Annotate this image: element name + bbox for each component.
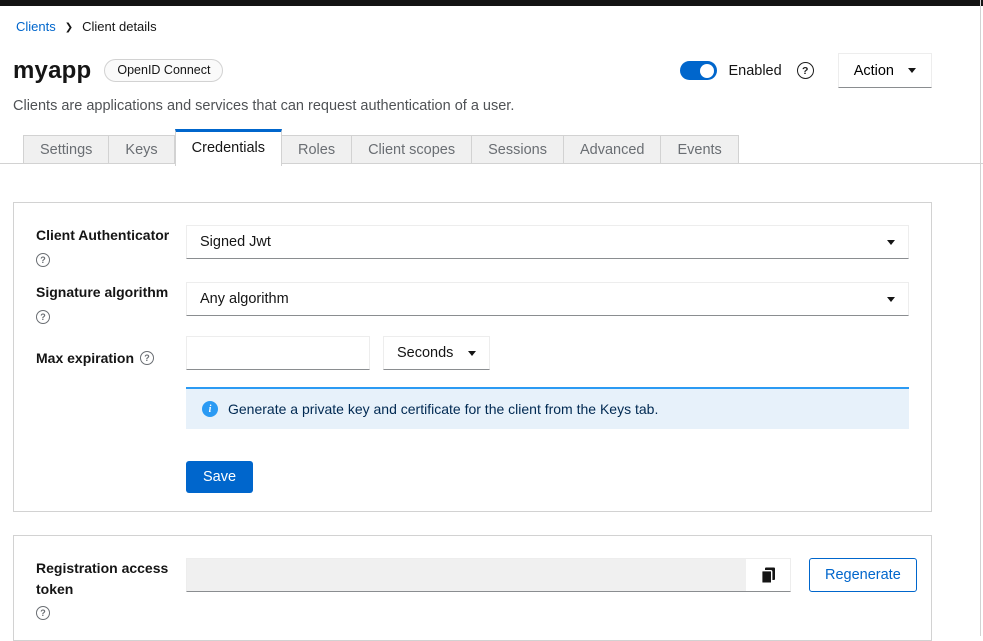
title-group: myapp OpenID Connect [13,57,223,85]
token-input-group [186,558,791,592]
signature-algorithm-label-cell: Signature algorithm ? [36,282,186,324]
signature-algorithm-value: Any algorithm [200,291,289,307]
breadcrumb-current: Client details [82,19,156,34]
registration-token-controls: Regenerate [186,558,917,592]
enabled-label: Enabled [728,63,781,79]
client-authenticator-value: Signed Jwt [200,234,271,250]
signature-algorithm-help-icon[interactable]: ? [36,310,50,324]
regenerate-button[interactable]: Regenerate [809,558,917,592]
registration-token-help-icon[interactable]: ? [36,606,50,620]
registration-token-label-cell: Registration access token ? [36,558,176,620]
info-alert-text: Generate a private key and certificate f… [228,401,658,417]
max-expiration-row: Max expiration ? Seconds [36,336,909,370]
signature-algorithm-row: Signature algorithm ? Any algorithm [36,282,909,324]
registration-token-label: Registration access token [36,558,176,600]
masthead-bottom-edge [0,0,983,6]
max-expiration-label: Max expiration [36,348,134,368]
chevron-down-icon [908,68,916,73]
client-authenticator-label-cell: Client Authenticator ? [36,225,186,267]
max-expiration-label-cell: Max expiration ? [36,348,186,368]
client-authenticator-label: Client Authenticator [36,225,186,245]
signature-algorithm-label: Signature algorithm [36,282,186,302]
tab-settings[interactable]: Settings [23,135,109,163]
client-details-page: Clients ❯ Client details myapp OpenID Co… [13,19,932,641]
tab-keys[interactable]: Keys [109,135,174,163]
client-authenticator-help-icon[interactable]: ? [36,253,50,267]
client-authenticator-select[interactable]: Signed Jwt [186,225,909,259]
tab-credentials[interactable]: Credentials [175,129,282,166]
chevron-down-icon [887,240,895,245]
max-expiration-help-icon[interactable]: ? [140,351,154,365]
save-button[interactable]: Save [186,461,253,493]
header-controls: Enabled ? Action [680,53,932,88]
breadcrumb-separator-icon: ❯ [65,23,73,33]
page-header: myapp OpenID Connect Enabled ? Action [13,53,932,88]
chevron-down-icon [468,351,476,356]
tab-events[interactable]: Events [661,135,738,163]
chevron-down-icon [887,297,895,302]
toggle-knob-icon [700,64,714,78]
registration-token-row: Registration access token ? Regenerate [36,558,909,620]
credentials-card: Client Authenticator ? Signed Jwt Signat… [13,202,932,512]
client-tabs: Settings Keys Credentials Roles Client s… [0,127,983,164]
tab-roles[interactable]: Roles [282,135,352,163]
info-alert: i Generate a private key and certificate… [186,387,909,429]
copy-button[interactable] [746,559,790,591]
protocol-badge: OpenID Connect [104,59,223,83]
page-title: myapp [13,57,91,85]
scrollbar-track[interactable] [980,0,981,636]
enabled-help-icon[interactable]: ? [797,62,814,79]
action-menu-button[interactable]: Action [838,53,932,88]
tab-advanced[interactable]: Advanced [564,135,662,163]
action-menu-label: Action [854,63,894,79]
client-authenticator-row: Client Authenticator ? Signed Jwt [36,225,909,267]
tab-sessions[interactable]: Sessions [472,135,564,163]
max-expiration-unit-select[interactable]: Seconds [383,336,490,370]
signature-algorithm-select[interactable]: Any algorithm [186,282,909,316]
max-expiration-input[interactable] [186,336,370,370]
breadcrumb: Clients ❯ Client details [13,19,932,34]
breadcrumb-clients-link[interactable]: Clients [16,19,56,34]
page-description: Clients are applications and services th… [13,98,932,114]
tab-client-scopes[interactable]: Client scopes [352,135,472,163]
registration-token-input [187,559,746,591]
enabled-toggle[interactable] [680,61,717,80]
copy-icon [761,567,776,584]
info-icon: i [202,401,218,417]
save-row: Save [36,429,909,493]
alert-row: i Generate a private key and certificate… [36,370,909,429]
max-expiration-unit-value: Seconds [397,345,453,361]
registration-token-card: Registration access token ? Regenerate [13,535,932,641]
